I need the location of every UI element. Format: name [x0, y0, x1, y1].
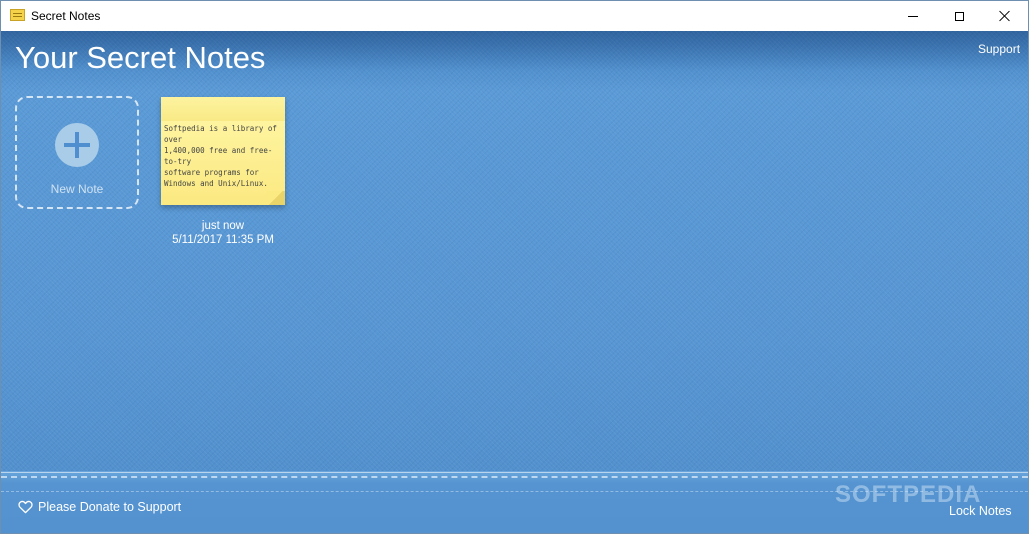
new-note-label: New Note — [50, 182, 104, 196]
seam-line — [1, 472, 1028, 473]
title-bar[interactable]: Secret Notes — [1, 1, 1028, 31]
minimize-icon — [908, 15, 918, 17]
note-date: 5/11/2017 11:35 PM — [172, 234, 274, 246]
app-window: Secret Notes Your Secret Notes Support N… — [0, 0, 1029, 534]
stitch-line — [1, 476, 1028, 478]
notes-workspace: Your Secret Notes Support New Note Softp… — [1, 31, 1028, 533]
heart-icon — [18, 500, 33, 514]
sticky-note-app-icon — [10, 9, 25, 21]
note-preview-text: Softpedia is a library of over 1,400,000… — [164, 124, 277, 188]
plus-circle-icon — [55, 123, 99, 167]
maximize-button[interactable] — [936, 1, 982, 31]
close-icon — [999, 10, 1011, 22]
maximize-icon — [954, 11, 964, 21]
close-button[interactable] — [982, 1, 1028, 31]
donate-label: Please Donate to Support — [38, 500, 182, 514]
minimize-button[interactable] — [890, 1, 936, 31]
note-card[interactable]: Softpedia is a library of over 1,400,000… — [161, 97, 285, 205]
page-title: Your Secret Notes — [15, 40, 266, 75]
window-title: Secret Notes — [31, 9, 101, 23]
new-note-button[interactable]: New Note — [15, 96, 139, 209]
lock-notes-button[interactable]: Lock Notes — [949, 504, 1012, 518]
support-link[interactable]: Support — [978, 42, 1020, 56]
note-relative-time: just now — [201, 220, 245, 232]
donate-link[interactable]: Please Donate to Support — [18, 500, 181, 514]
